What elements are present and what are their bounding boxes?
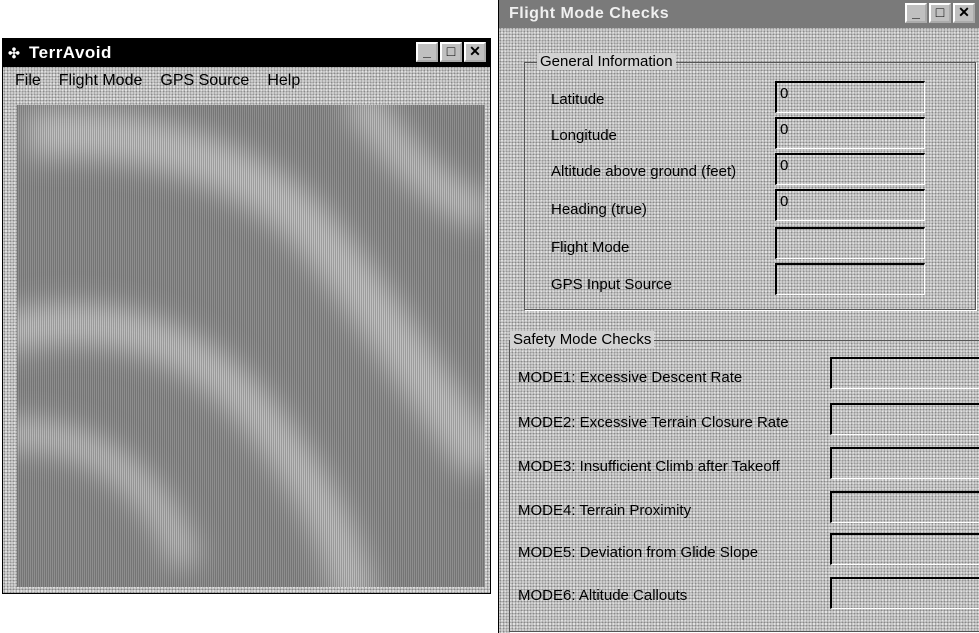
latitude-field[interactable]: 0 <box>775 81 925 113</box>
heading-field[interactable]: 0 <box>775 189 925 221</box>
terrain-map[interactable] <box>17 105 485 587</box>
mode2-indicator <box>830 403 979 435</box>
menu-gps-source[interactable]: GPS Source <box>160 72 249 90</box>
heading-label: Heading (true) <box>551 201 647 218</box>
flight-mode-label: Flight Mode <box>551 239 630 256</box>
mode3-label: MODE3: Insufficient Climb after Takeoff <box>518 458 780 475</box>
gps-input-source-label: GPS Input Source <box>551 276 672 293</box>
mode3-indicator <box>830 447 979 479</box>
close-button[interactable]: ✕ <box>464 42 486 62</box>
mode5-label: MODE5: Deviation from Glide Slope <box>518 544 759 561</box>
terravoid-menu-bar: File Flight Mode GPS Source Help <box>3 67 490 95</box>
mode4-indicator <box>830 491 979 523</box>
latitude-label: Latitude <box>551 91 605 108</box>
menu-file[interactable]: File <box>15 72 41 90</box>
terrain-map-graphic <box>17 105 485 587</box>
mode4-label: MODE4: Terrain Proximity <box>518 502 692 519</box>
menu-flight-mode[interactable]: Flight Mode <box>59 72 143 90</box>
fmc-title-bar[interactable]: Flight Mode Checks _ □ ✕ <box>499 0 979 28</box>
minimize-button[interactable]: _ <box>416 42 438 62</box>
mode1-label: MODE1: Excessive Descent Rate <box>518 369 743 386</box>
close-button[interactable]: ✕ <box>953 3 975 23</box>
flight-mode-checks-window: Flight Mode Checks _ □ ✕ General Informa… <box>498 0 979 633</box>
maximize-button[interactable]: □ <box>929 3 951 23</box>
altitude-field[interactable]: 0 <box>775 153 925 185</box>
mode2-label: MODE2: Excessive Terrain Closure Rate <box>518 414 789 431</box>
mode5-indicator <box>830 533 979 565</box>
safety-mode-checks-legend: Safety Mode Checks <box>510 331 655 348</box>
general-information-legend: General Information <box>537 53 676 70</box>
mode6-indicator <box>830 577 979 609</box>
menu-help[interactable]: Help <box>267 72 300 90</box>
altitude-label: Altitude above ground (feet) <box>551 163 737 180</box>
terravoid-app-icon: ✣ <box>8 44 20 61</box>
fmc-title: Flight Mode Checks <box>509 5 670 22</box>
flight-mode-field[interactable] <box>775 227 925 259</box>
terravoid-title-bar[interactable]: ✣ TerrAvoid _ □ ✕ <box>3 39 490 67</box>
longitude-field[interactable]: 0 <box>775 117 925 149</box>
terravoid-title: TerrAvoid <box>29 43 112 62</box>
safety-mode-checks-group: Safety Mode Checks MODE1: Excessive Desc… <box>509 331 979 632</box>
longitude-label: Longitude <box>551 127 617 144</box>
terravoid-window: ✣ TerrAvoid _ □ ✕ File Flight Mode GPS S… <box>2 38 491 594</box>
maximize-button[interactable]: □ <box>440 42 462 62</box>
gps-input-source-field[interactable] <box>775 263 925 295</box>
minimize-button[interactable]: _ <box>905 3 927 23</box>
mode6-label: MODE6: Altitude Callouts <box>518 587 688 604</box>
general-information-group: General Information Latitude 0 Longitude… <box>524 53 976 310</box>
mode1-indicator <box>830 357 979 389</box>
